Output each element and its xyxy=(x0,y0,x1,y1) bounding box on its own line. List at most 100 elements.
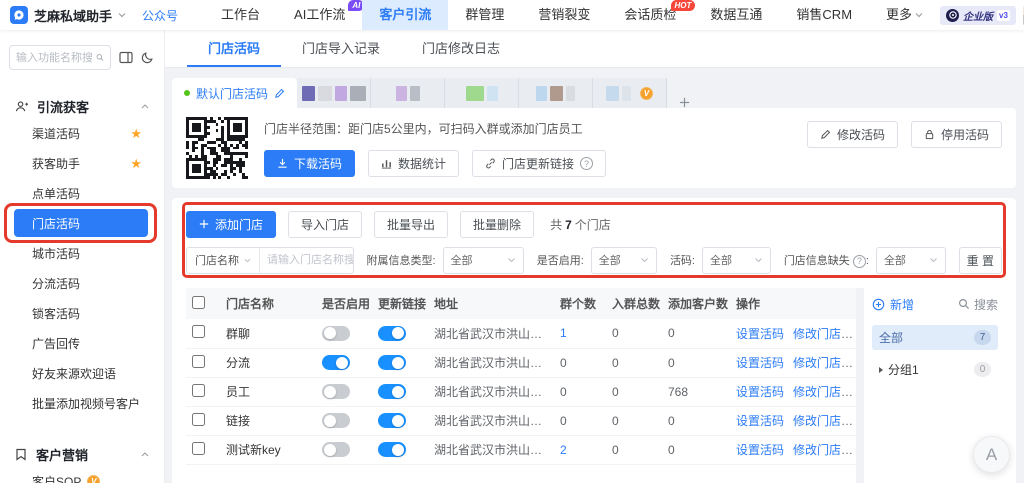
update-link-toggle[interactable] xyxy=(378,413,406,428)
sidebar-item-city-code[interactable]: 城市活码 xyxy=(0,238,164,268)
divider xyxy=(856,288,864,483)
store-address: 湖北省武汉市洪山区江汉路 xyxy=(428,319,554,348)
group-count[interactable]: 1 xyxy=(560,326,567,340)
row-checkbox[interactable] xyxy=(192,325,205,338)
set-code-link[interactable]: 设置活码 xyxy=(736,356,784,370)
nav-item-chat-inspection[interactable]: 会话质检HOT xyxy=(607,0,693,30)
update-link-toggle[interactable] xyxy=(378,355,406,370)
store-table: 门店名称 是否启用 更新链接 地址 群个数 入群总数 添加客户数 操作 xyxy=(186,288,856,483)
sidebar-search-input[interactable] xyxy=(16,52,92,64)
brand[interactable]: 芝麻私域助手 公众号 xyxy=(10,6,178,25)
tab-store-import-records[interactable]: 门店导入记录 xyxy=(281,30,401,67)
sidebar-section-acquisition[interactable]: 引流获客 xyxy=(0,94,164,118)
tab-store-change-log[interactable]: 门店修改日志 xyxy=(401,30,521,67)
modify-code-button[interactable]: 修改活码 xyxy=(807,121,898,148)
enable-toggle[interactable] xyxy=(322,355,350,370)
store-update-link-button[interactable]: 门店更新链接 ? xyxy=(472,150,606,177)
collapse-panel-icon[interactable] xyxy=(119,51,133,64)
edit-icon[interactable] xyxy=(274,88,285,99)
sidebar-item-ad-callback[interactable]: 广告回传 xyxy=(0,328,164,358)
code-tab-redacted[interactable] xyxy=(519,78,593,108)
sidebar-item-order-code[interactable]: 点单活码 xyxy=(0,178,164,208)
import-store-button[interactable]: 导入门店 xyxy=(288,211,362,238)
sidebar-item-lock-customer-code[interactable]: 锁客活码 xyxy=(0,298,164,328)
update-link-toggle[interactable] xyxy=(378,442,406,457)
set-code-link[interactable]: 设置活码 xyxy=(736,385,784,399)
set-code-link[interactable]: 设置活码 xyxy=(736,327,784,341)
nav-item-marketing-fission[interactable]: 营销裂变 xyxy=(521,0,607,30)
add-group-button[interactable]: 新增 xyxy=(872,296,914,313)
enable-toggle[interactable] xyxy=(322,384,350,399)
sidebar-item-acquisition-assistant[interactable]: 获客助手★ xyxy=(0,148,164,178)
batch-export-button[interactable]: 批量导出 xyxy=(374,211,448,238)
search-group-button[interactable]: 搜索 xyxy=(958,296,998,313)
group-count[interactable]: 0 xyxy=(560,414,567,428)
select-all-checkbox[interactable] xyxy=(192,296,205,309)
nav-item-workbench[interactable]: 工作台 xyxy=(204,0,277,30)
caret-right-icon[interactable] xyxy=(879,367,883,373)
sidebar-item-store-code[interactable]: 门店活码 xyxy=(14,209,148,237)
group-item-all[interactable]: 全部 7 xyxy=(872,325,998,350)
row-checkbox[interactable] xyxy=(192,384,205,397)
modify-store-link[interactable]: 修改门店 xyxy=(793,385,841,399)
set-code-link[interactable]: 设置活码 xyxy=(736,443,784,457)
search-field-select[interactable]: 门店名称 xyxy=(187,248,260,273)
assistant-floating-button[interactable]: A xyxy=(973,436,1010,473)
nav-item-sales-crm[interactable]: 销售CRM xyxy=(779,0,869,30)
join-total: 0 xyxy=(606,348,662,377)
plan-badge[interactable]: 企业版 v3 xyxy=(940,6,1016,25)
update-link-toggle[interactable] xyxy=(378,326,406,341)
user-plus-icon xyxy=(15,100,28,113)
update-link-toggle[interactable] xyxy=(378,384,406,399)
group-item-1[interactable]: 分组1 0 xyxy=(872,357,998,382)
group-count[interactable]: 2 xyxy=(560,443,567,457)
row-checkbox[interactable] xyxy=(192,413,205,426)
tab-store-live-code[interactable]: 门店活码 xyxy=(187,30,281,67)
code-tab-redacted[interactable]: V xyxy=(593,78,667,108)
row-checkbox[interactable] xyxy=(192,442,205,455)
code-tab-redacted[interactable] xyxy=(371,78,445,108)
enable-toggle[interactable] xyxy=(322,442,350,457)
sidebar-item-split-flow-code[interactable]: 分流活码 xyxy=(0,268,164,298)
nav-item-customer-acquisition[interactable]: 客户引流 xyxy=(362,0,448,30)
add-code-tab-button[interactable] xyxy=(679,97,690,108)
attachment-type-select[interactable]: 全部 xyxy=(443,247,524,274)
data-statistics-button[interactable]: 数据统计 xyxy=(368,150,459,177)
set-code-link[interactable]: 设置活码 xyxy=(736,414,784,428)
sidebar-item-friend-source-welcome[interactable]: 好友来源欢迎语 xyxy=(0,358,164,388)
disable-code-button[interactable]: 停用活码 xyxy=(911,121,1002,148)
dark-mode-icon[interactable] xyxy=(141,51,154,64)
enable-toggle[interactable] xyxy=(322,413,350,428)
sidebar-item-batch-add-video-customers[interactable]: 批量添加视频号客户 xyxy=(0,388,164,418)
download-code-button[interactable]: 下载活码 xyxy=(264,150,355,177)
modify-store-link[interactable]: 修改门店 xyxy=(793,414,841,428)
main-nav: 工作台 AI工作流AI 客户引流 群管理 营销裂变 会话质检HOT 数据互通 销… xyxy=(204,0,940,30)
missing-info-select[interactable]: 全部 xyxy=(876,247,946,274)
group-count[interactable]: 0 xyxy=(560,385,567,399)
sidebar-item-customer-sop[interactable]: 客户SOPV xyxy=(0,466,164,483)
modify-store-link[interactable]: 修改门店 xyxy=(793,356,841,370)
nav-item-ai-workflow[interactable]: AI工作流AI xyxy=(277,0,362,30)
modify-store-link[interactable]: 修改门店 xyxy=(793,443,841,457)
enable-toggle[interactable] xyxy=(322,326,350,341)
group-count[interactable]: 0 xyxy=(560,356,567,370)
code-tab-default[interactable]: 默认门店活码 xyxy=(172,78,297,108)
filter-label-live-code: 活码: xyxy=(670,252,695,268)
store-name-input[interactable] xyxy=(267,254,353,266)
enabled-select[interactable]: 全部 xyxy=(591,247,657,274)
code-tab-redacted[interactable] xyxy=(445,78,519,108)
code-tab-redacted[interactable] xyxy=(297,78,371,108)
sidebar-section-marketing[interactable]: 客户营销 xyxy=(0,442,164,466)
sidebar-item-channel-code[interactable]: 渠道活码★ xyxy=(0,118,164,148)
add-store-button[interactable]: 添加门店 xyxy=(186,211,276,238)
live-code-select[interactable]: 全部 xyxy=(702,247,771,274)
nav-item-group-management[interactable]: 群管理 xyxy=(448,0,521,30)
row-checkbox[interactable] xyxy=(192,355,205,368)
batch-delete-button[interactable]: 批量删除 xyxy=(460,211,534,238)
channel-tag[interactable]: 公众号 xyxy=(142,7,178,24)
nav-item-more[interactable]: 更多 xyxy=(869,0,940,30)
nav-item-data-connect[interactable]: 数据互通 xyxy=(693,0,779,30)
sidebar-search[interactable] xyxy=(9,45,111,70)
modify-store-link[interactable]: 修改门店 xyxy=(793,327,841,341)
reset-button[interactable]: 重 置 xyxy=(959,247,1002,274)
